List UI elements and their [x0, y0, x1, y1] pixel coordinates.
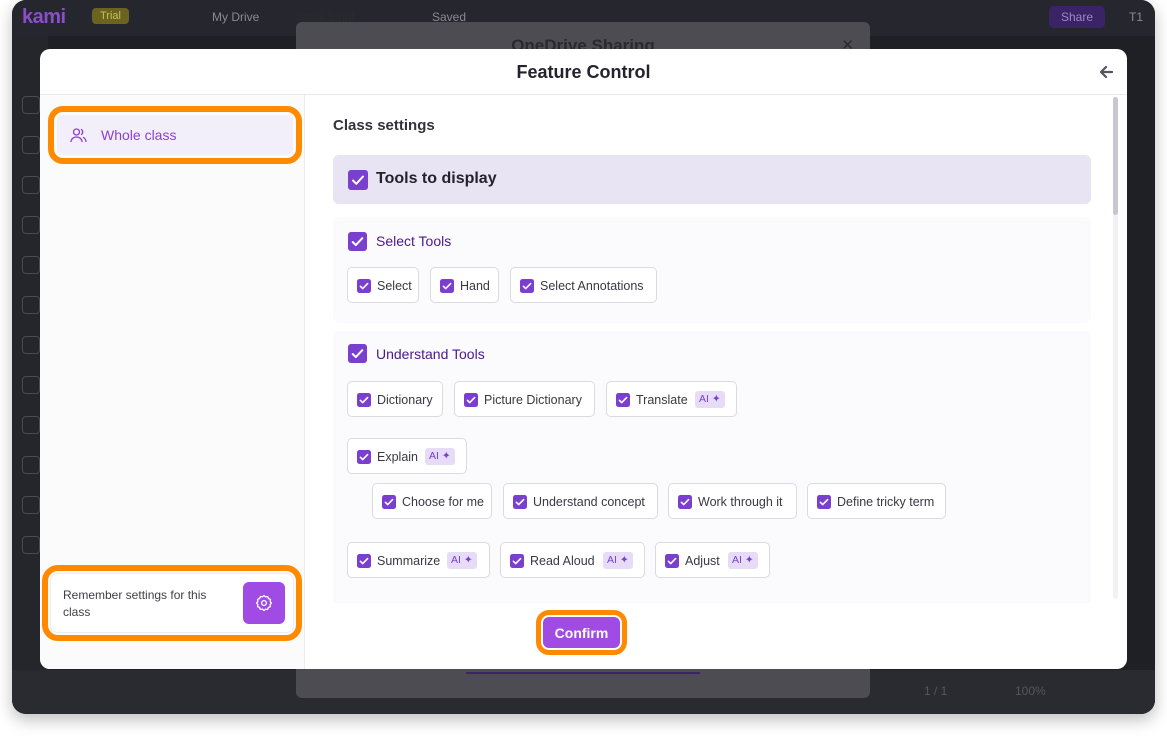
chip-label: Explain [377, 450, 418, 464]
checkbox-checked-icon [817, 495, 831, 509]
tool-icon[interactable] [22, 216, 40, 234]
back-arrow-icon[interactable] [1099, 65, 1113, 79]
checkbox-checked-icon [513, 495, 527, 509]
checkbox-checked-icon[interactable] [348, 232, 367, 251]
checkbox-checked-icon [440, 279, 454, 293]
chip-label: Picture Dictionary [484, 393, 582, 407]
chip-label: Dictionary [377, 393, 433, 407]
zoom-level[interactable]: 100% [1015, 684, 1046, 698]
checkbox-checked-icon[interactable] [348, 344, 367, 363]
checkbox-checked-icon [678, 495, 692, 509]
chip-label: Select Annotations [540, 279, 644, 293]
tool-icon[interactable] [22, 536, 40, 554]
group-label: Select Tools [376, 233, 452, 249]
scrollbar-thumb[interactable] [1113, 97, 1118, 215]
checkbox-checked-icon [510, 554, 524, 568]
users-icon [70, 128, 87, 143]
group-label: Understand Tools [376, 346, 485, 362]
sidebar-item-label: Whole class [101, 127, 177, 143]
chip-hand[interactable]: Hand [430, 267, 499, 303]
chip-translate[interactable]: Translate AI ✦ [606, 381, 737, 417]
ai-badge: AI ✦ [425, 448, 455, 465]
chip-label: Hand [460, 279, 490, 293]
modal-title: Feature Control [516, 62, 651, 82]
checkbox-checked-icon [665, 554, 679, 568]
breadcrumb-root[interactable]: My Drive [212, 10, 259, 24]
chip-summarize[interactable]: Summarize AI ✦ [347, 542, 490, 578]
checkbox-checked-icon [357, 279, 371, 293]
ai-badge: AI ✦ [447, 552, 477, 569]
sidebar-item-whole-class[interactable]: Whole class [48, 106, 302, 164]
chip-dictionary[interactable]: Dictionary [347, 381, 443, 417]
tools-to-display-row[interactable]: Tools to display [333, 155, 1091, 204]
checkbox-checked-icon [357, 393, 371, 407]
ai-badge: AI ✦ [603, 552, 633, 569]
chip-label: Select [377, 279, 412, 293]
checkbox-checked-icon[interactable] [348, 170, 368, 190]
remember-settings-text: Remember settings for this class [63, 588, 207, 619]
chip-select-annotations[interactable]: Select Annotations [510, 267, 657, 303]
tool-icon[interactable] [22, 456, 40, 474]
chip-picture-dictionary[interactable]: Picture Dictionary [454, 381, 595, 417]
gear-icon [255, 594, 273, 612]
section-title: Class settings [333, 117, 435, 134]
feature-control-modal: Feature Control Whole class Remember set… [40, 49, 1127, 669]
remember-settings-card: Remember settings for this class [42, 565, 302, 641]
tool-icon[interactable] [22, 256, 40, 274]
checkbox-checked-icon [357, 554, 371, 568]
tool-icon[interactable] [22, 416, 40, 434]
chip-label: Work through it [698, 495, 783, 509]
chip-adjust[interactable]: Adjust AI ✦ [655, 542, 770, 578]
tool-icon[interactable] [22, 296, 40, 314]
ai-badge: AI ✦ [695, 391, 725, 408]
user-avatar[interactable]: T1 [1129, 10, 1143, 24]
checkbox-checked-icon [382, 495, 396, 509]
share-button[interactable]: Share [1048, 6, 1105, 28]
tool-icon[interactable] [22, 176, 40, 194]
chip-label: Translate [636, 393, 688, 407]
chip-choose-for-me[interactable]: Choose for me [372, 483, 492, 519]
chip-label: Summarize [377, 554, 441, 568]
tool-icon[interactable] [22, 376, 40, 394]
chip-understand-concept[interactable]: Understand concept [503, 483, 658, 519]
tool-icon[interactable] [22, 136, 40, 154]
confirm-button[interactable]: Confirm [536, 610, 627, 655]
settings-content: Class settings Tools to display Select T… [305, 95, 1127, 603]
checkbox-checked-icon [616, 393, 630, 407]
chip-label: Read Aloud [530, 554, 595, 568]
chip-label: Choose for me [402, 495, 484, 509]
chip-label: Adjust [685, 554, 720, 568]
chip-label: Define tricky term [837, 495, 935, 509]
app-window: kami Trial My Drive blank 5.pdf Saved Sh… [12, 0, 1155, 714]
tool-icon[interactable] [22, 496, 40, 514]
chip-label: Understand concept [533, 495, 645, 509]
checkbox-checked-icon [357, 450, 371, 464]
modal-footer: Confirm [305, 603, 1127, 669]
chip-explain[interactable]: Explain AI ✦ [347, 438, 467, 474]
tool-icon[interactable] [22, 96, 40, 114]
ai-badge: AI ✦ [728, 552, 758, 569]
chip-select[interactable]: Select [347, 267, 419, 303]
chip-work-through-it[interactable]: Work through it [668, 483, 797, 519]
tools-to-display-label: Tools to display [376, 170, 497, 187]
modal-header: Feature Control [40, 49, 1127, 95]
trial-badge[interactable]: Trial [92, 8, 129, 24]
tool-icon[interactable] [22, 336, 40, 354]
kami-logo: kami [22, 6, 66, 28]
checkbox-checked-icon [520, 279, 534, 293]
chip-read-aloud[interactable]: Read Aloud AI ✦ [500, 542, 645, 578]
modal-sidebar: Whole class Remember settings for this c… [40, 95, 305, 669]
checkbox-checked-icon [464, 393, 478, 407]
chip-define-tricky-term[interactable]: Define tricky term [807, 483, 946, 519]
remember-settings-button[interactable] [243, 582, 285, 624]
onedrive-dialog-button[interactable] [466, 672, 700, 674]
select-tools-group: Select Tools Select Hand Select Annotati… [333, 217, 1091, 323]
understand-tools-group: Understand Tools Dictionary Picture Dict… [333, 331, 1091, 603]
page-indicator: 1 / 1 [924, 684, 948, 698]
